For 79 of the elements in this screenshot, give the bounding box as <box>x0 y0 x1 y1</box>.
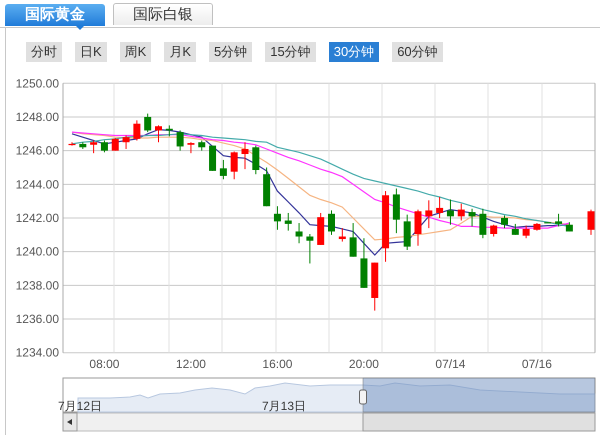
navigator-selection[interactable] <box>362 378 596 412</box>
period-button[interactable]: 周K <box>120 42 152 62</box>
candlestick <box>533 222 540 232</box>
candlestick <box>317 212 324 246</box>
candlestick <box>566 222 573 232</box>
candlestick <box>242 142 248 170</box>
candlestick <box>371 262 378 312</box>
period-button[interactable]: 15分钟 <box>265 42 316 62</box>
candlestick <box>155 124 162 143</box>
candlestick <box>166 124 173 137</box>
candlestick <box>425 200 432 229</box>
candlestick <box>360 238 368 288</box>
y-axis-label: 1240.00 <box>16 244 59 259</box>
candlestick <box>306 234 314 264</box>
candlestick <box>446 198 454 226</box>
candlestick <box>284 212 292 232</box>
y-axis-label: 1242.00 <box>16 211 59 225</box>
x-axis-label: 12:00 <box>176 357 206 371</box>
y-axis-label: 1248.00 <box>16 110 59 124</box>
candlestick <box>68 142 76 146</box>
candlestick <box>436 196 444 218</box>
candlestick <box>122 135 130 150</box>
candlestick <box>296 222 303 244</box>
candlestick <box>112 138 119 152</box>
y-axis-label: 1238.00 <box>16 278 59 292</box>
y-axis-label: 1236.00 <box>16 312 59 326</box>
candlestick <box>187 142 194 154</box>
candlestick <box>501 214 508 229</box>
candlestick <box>220 159 227 180</box>
candlestick <box>144 113 152 133</box>
x-axis-label: 08:00 <box>89 357 120 371</box>
y-axis-label: 1244.00 <box>16 177 59 192</box>
y-axis-label: 1234.00 <box>16 346 59 360</box>
candlestick <box>198 140 206 152</box>
candlestick <box>479 208 486 239</box>
candlestick <box>263 167 270 207</box>
scroll-left-button[interactable] <box>62 412 78 432</box>
candlestick <box>328 210 335 236</box>
range-handle[interactable] <box>359 390 367 404</box>
y-axis-label: 1246.00 <box>16 144 59 158</box>
candlestick <box>414 209 422 246</box>
candlestick <box>404 214 411 250</box>
x-axis-label: 07/14 <box>435 357 466 371</box>
period-button[interactable]: 60分钟 <box>392 42 443 62</box>
period-button[interactable]: 日K <box>75 42 107 62</box>
candlestick <box>209 145 216 172</box>
candlestick <box>90 140 98 154</box>
candlestick <box>544 222 552 224</box>
pointer-icon <box>75 25 85 30</box>
date-label: 7月12日 <box>58 399 102 413</box>
x-axis-label: 16:00 <box>262 357 292 371</box>
x-axis-label: 07/16 <box>522 357 552 371</box>
candlestick <box>490 224 498 238</box>
candlestick <box>79 142 86 150</box>
tab[interactable]: 国际白银 <box>113 3 213 25</box>
candlestick <box>555 213 562 227</box>
x-axis-label: 20:00 <box>348 357 379 371</box>
candlestick <box>230 151 238 180</box>
y-axis-label: 1250.00 <box>16 76 59 90</box>
candlestick <box>468 208 476 227</box>
period-button[interactable]: 分时 <box>26 42 62 62</box>
candlestick <box>350 222 357 258</box>
candlestick <box>392 188 400 234</box>
candlestick <box>382 190 390 262</box>
date-label: 7月13日 <box>262 399 306 413</box>
candlestick <box>512 223 519 236</box>
candlestick <box>522 225 530 239</box>
period-button[interactable]: 月K <box>164 42 196 62</box>
candlestick <box>338 228 346 242</box>
scrollbar-thumb[interactable] <box>362 412 596 432</box>
candlestick <box>133 120 140 142</box>
candlestick <box>274 206 281 230</box>
candlestick <box>252 145 260 175</box>
period-button[interactable]: 5分钟 <box>209 42 252 62</box>
candlestick <box>176 130 184 152</box>
candlestick <box>458 203 465 222</box>
period-button[interactable]: 30分钟 <box>328 42 380 62</box>
candlestick <box>588 209 594 236</box>
candlestick <box>100 140 108 153</box>
